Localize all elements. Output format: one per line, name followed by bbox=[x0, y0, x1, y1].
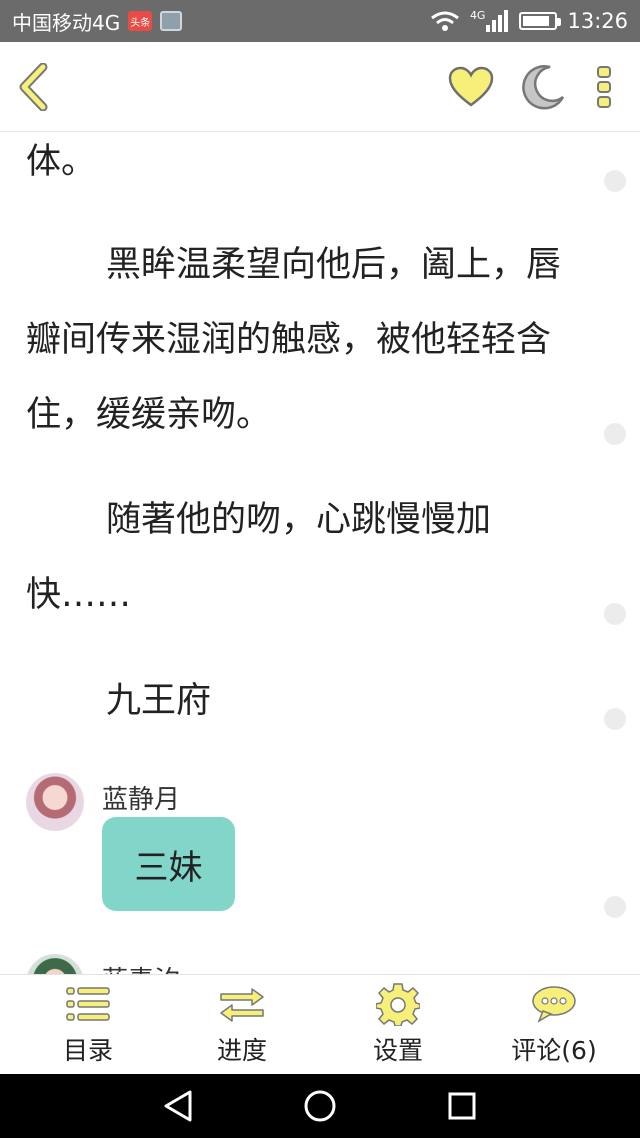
signal-icon bbox=[486, 10, 509, 32]
recents-square-icon bbox=[448, 1092, 476, 1120]
wifi-icon bbox=[431, 11, 459, 31]
system-nav-bar bbox=[0, 1074, 640, 1138]
paragraph-comment-dot[interactable] bbox=[604, 603, 626, 625]
paragraph: 体。 bbox=[26, 142, 97, 182]
paragraph-comment-dot[interactable] bbox=[604, 708, 626, 730]
clock-time: 13:26 bbox=[567, 9, 628, 33]
system-back-button[interactable] bbox=[156, 1086, 200, 1126]
paragraph: 黑眸温柔望向他后，阖上，唇瓣间传来湿润的触感，被他轻轻含住，缓缓亲吻。 bbox=[26, 245, 562, 435]
gear-icon bbox=[376, 983, 420, 1026]
speaker-name: 蓝静月 bbox=[102, 785, 181, 815]
toutiao-app-icon: 头条 bbox=[128, 11, 153, 31]
progress-icon bbox=[220, 988, 264, 1022]
status-right: 4G 13:26 bbox=[430, 9, 628, 33]
avatar[interactable] bbox=[26, 954, 84, 974]
heart-icon bbox=[448, 66, 494, 107]
tab-settings[interactable]: 设置 bbox=[328, 983, 468, 1069]
more-options-button[interactable] bbox=[588, 62, 620, 112]
back-button[interactable] bbox=[12, 62, 56, 112]
battery-level bbox=[523, 16, 549, 26]
carrier-label: 中国移动4G bbox=[12, 10, 121, 35]
tab-progress[interactable]: 进度 bbox=[172, 983, 312, 1069]
home-circle-icon bbox=[304, 1090, 336, 1122]
tab-label: 进度 bbox=[216, 1036, 267, 1065]
network-type-label: 4G bbox=[469, 8, 486, 22]
paragraph: 随著他的吻，心跳慢慢加快…… bbox=[26, 500, 492, 615]
reader-bottom-toolbar: 目录 进度 设置 评论(6) bbox=[0, 974, 640, 1074]
comment-icon bbox=[532, 986, 576, 1023]
system-home-button[interactable] bbox=[298, 1086, 342, 1126]
catalog-icon bbox=[66, 987, 110, 1021]
tab-comments[interactable]: 评论(6) bbox=[484, 983, 624, 1069]
speaker-name: 蓝素汐 bbox=[102, 960, 180, 974]
tab-label: 设置 bbox=[372, 1036, 423, 1065]
more-icon bbox=[597, 66, 611, 108]
paragraph: 九王府 bbox=[106, 681, 212, 721]
moon-icon bbox=[522, 65, 565, 110]
battery-icon bbox=[519, 12, 562, 30]
status-left: 中国移动4G 头条 bbox=[12, 7, 183, 36]
chat-bubble: 三妹 bbox=[102, 817, 235, 911]
paragraph-comment-dot[interactable] bbox=[604, 423, 626, 445]
tab-label: 目录 bbox=[62, 1036, 113, 1065]
chapter-content[interactable]: 体。 黑眸温柔望向他后，阖上，唇瓣间传来湿润的触感，被他轻轻含住，缓缓亲吻。 随… bbox=[0, 132, 640, 974]
avatar[interactable] bbox=[26, 773, 84, 831]
tab-label: 评论(6) bbox=[511, 1036, 597, 1065]
system-recents-button[interactable] bbox=[440, 1086, 484, 1126]
paragraph-comment-dot[interactable] bbox=[604, 170, 626, 192]
back-triangle-icon bbox=[164, 1090, 192, 1122]
status-bar: 中国移动4G 头条 4G 13:26 bbox=[0, 0, 640, 42]
night-mode-button[interactable] bbox=[518, 62, 568, 112]
reader-top-toolbar bbox=[0, 42, 640, 132]
gallery-notification-icon bbox=[160, 11, 183, 31]
paragraph-comment-dot[interactable] bbox=[604, 896, 626, 918]
tab-catalog[interactable]: 目录 bbox=[18, 983, 158, 1069]
back-icon bbox=[19, 63, 48, 111]
favorite-button[interactable] bbox=[446, 64, 496, 110]
